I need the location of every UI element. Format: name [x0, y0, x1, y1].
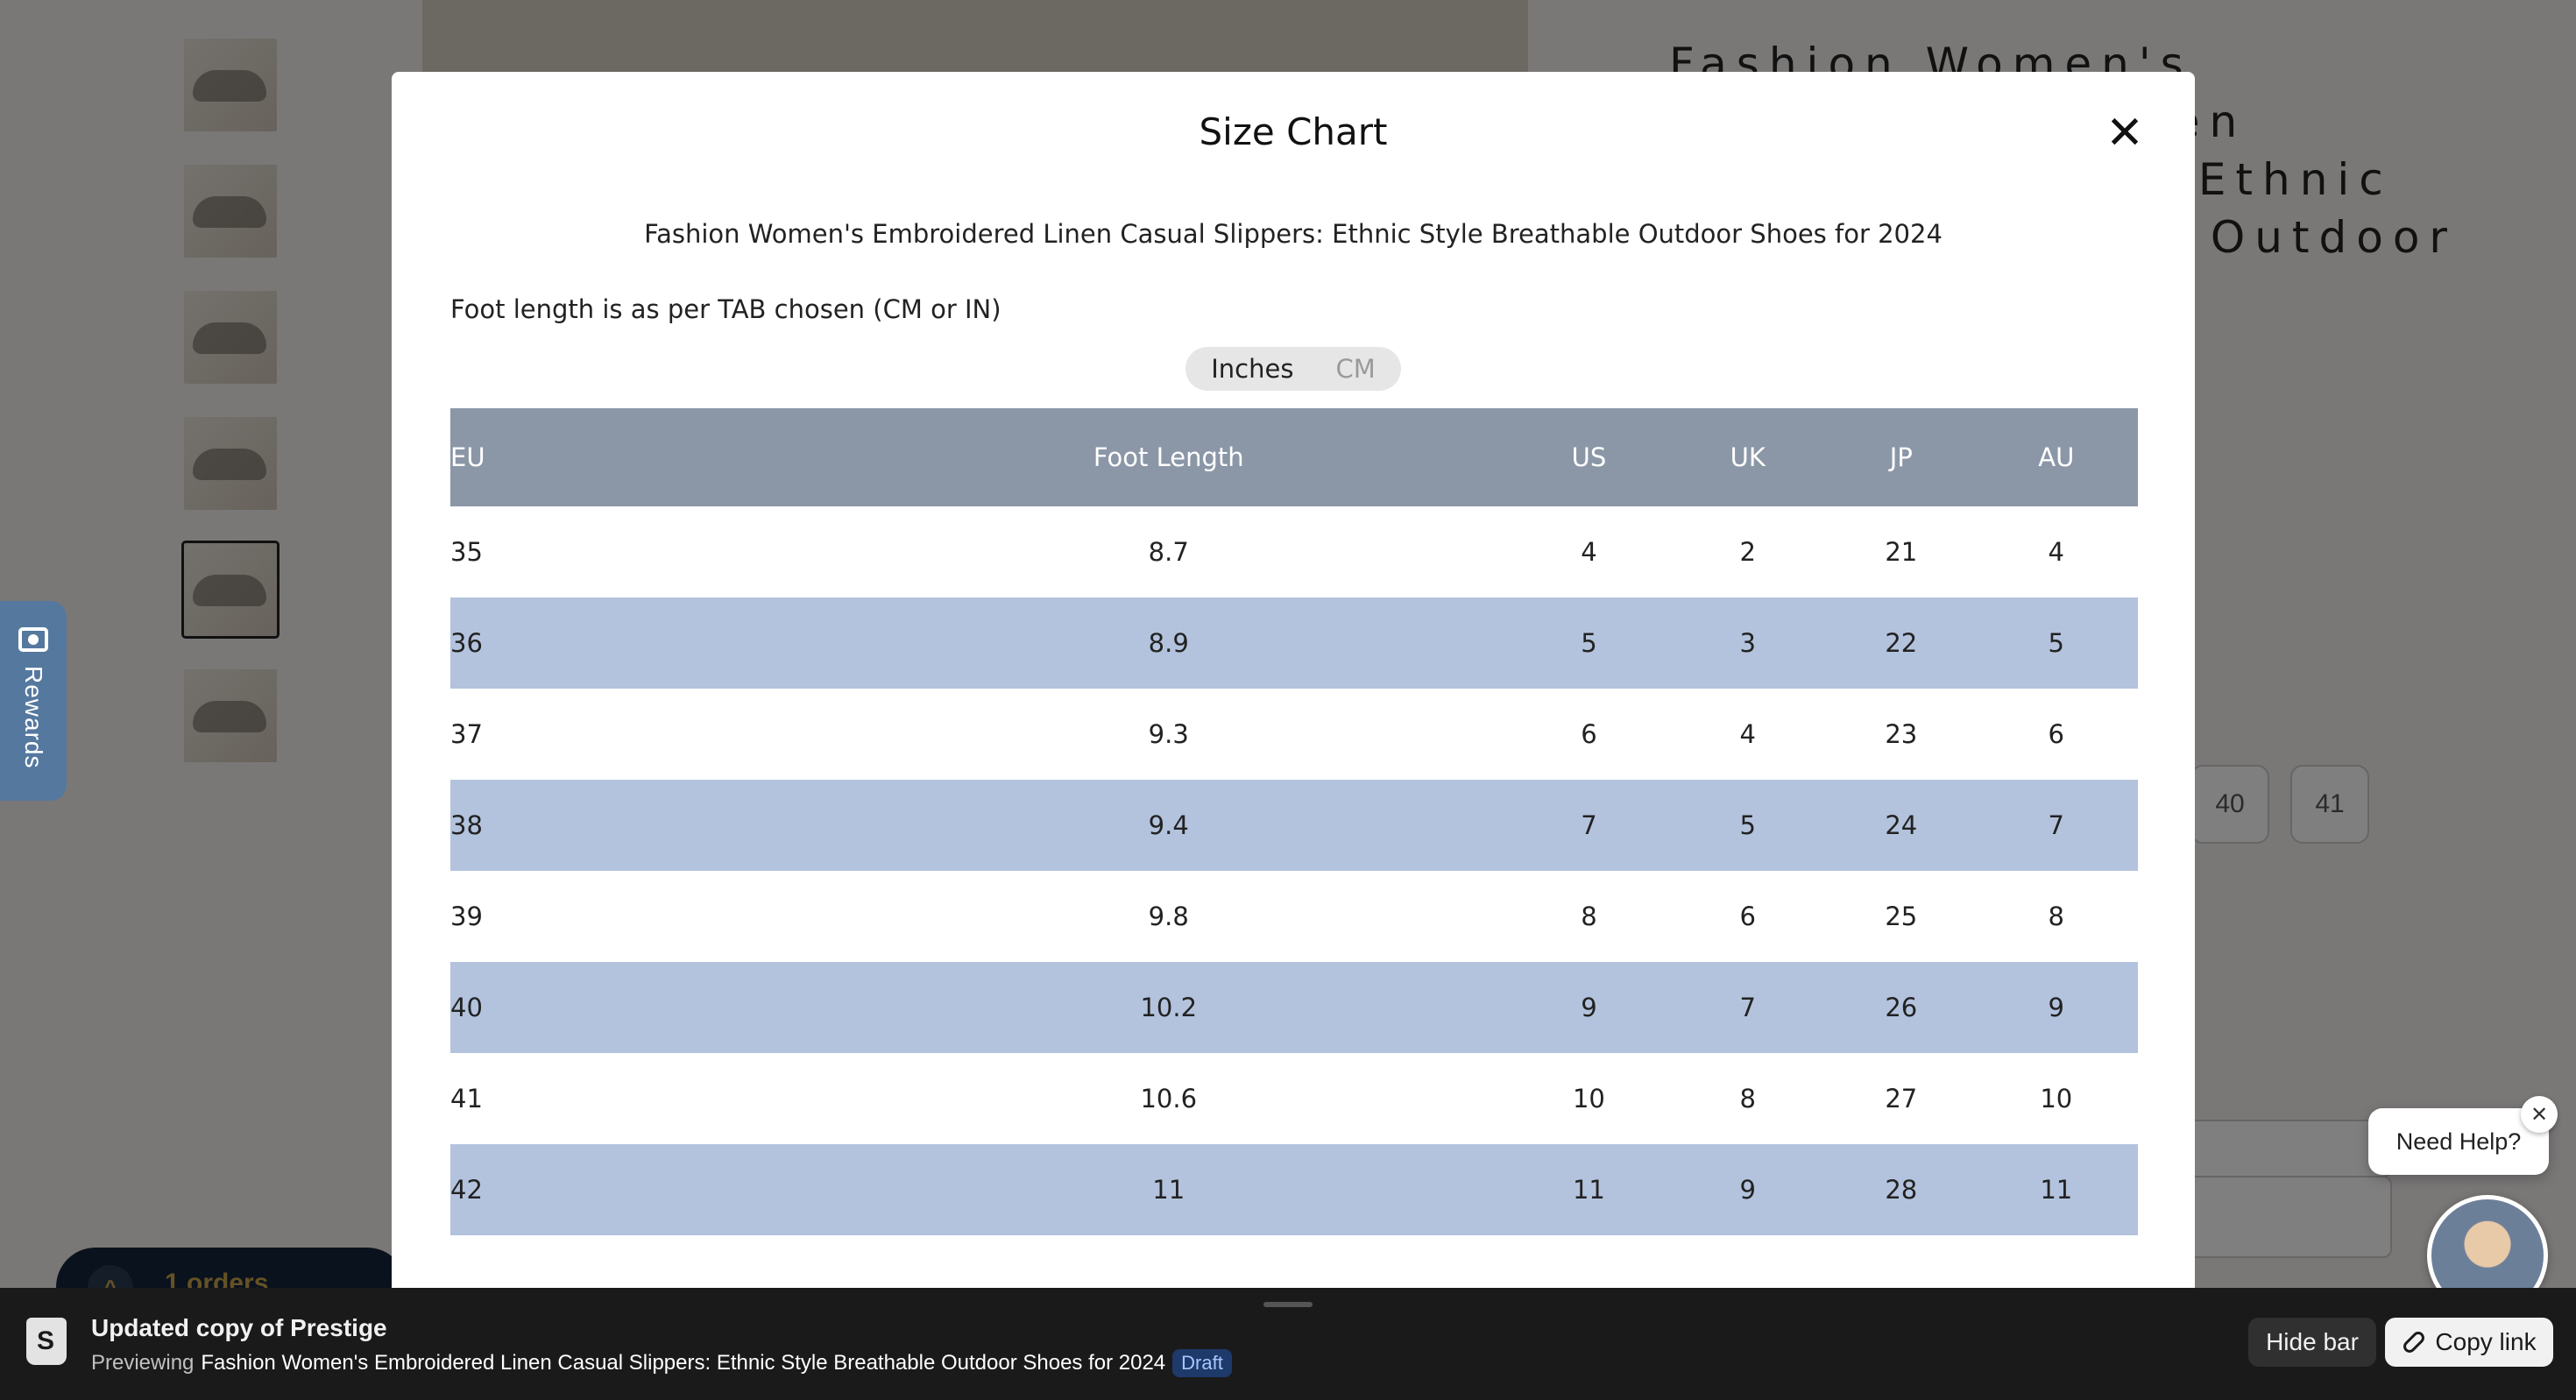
- preview-bar: Updated copy of Prestige Previewing Fash…: [0, 1288, 2576, 1400]
- table-cell: 28: [1828, 1144, 1975, 1235]
- preview-theme-title: Updated copy of Prestige: [91, 1314, 387, 1341]
- table-cell: 11: [1974, 1144, 2138, 1235]
- table-row: 41 10.6 10 8 27 10: [450, 1053, 2138, 1144]
- hide-bar-button[interactable]: Hide bar: [2248, 1318, 2376, 1367]
- drag-handle[interactable]: [1263, 1302, 1313, 1307]
- table-row: 35 8.7 4 2 21 4: [450, 506, 2138, 597]
- table-cell: 7: [1974, 780, 2138, 871]
- table-cell: 7: [1510, 780, 1668, 871]
- header-au: AU: [1974, 408, 2138, 506]
- header-us: US: [1510, 408, 1668, 506]
- need-help-bubble[interactable]: Need Help? ✕: [2368, 1096, 2558, 1175]
- table-cell: 11: [1510, 1144, 1668, 1235]
- rewards-tab[interactable]: Rewards: [0, 601, 67, 801]
- header-uk: UK: [1667, 408, 1829, 506]
- modal-title: Size Chart: [1199, 110, 1388, 153]
- copy-link-button[interactable]: Copy link: [2385, 1318, 2553, 1367]
- table-header-row: EU Foot Length US UK JP AU: [450, 408, 2138, 506]
- table-cell: 23: [1828, 689, 1975, 780]
- table-cell: 5: [1667, 780, 1829, 871]
- table-cell: 4: [1974, 506, 2138, 597]
- table-cell: 11: [827, 1144, 1511, 1235]
- draft-badge: Draft: [1172, 1349, 1232, 1377]
- table-cell: 10.6: [827, 1053, 1511, 1144]
- size-note: Foot length is as per TAB chosen (CM or …: [450, 294, 1001, 324]
- table-cell: 37: [450, 689, 827, 780]
- table-cell: 6: [1510, 689, 1668, 780]
- previewing-label: Previewing: [91, 1351, 195, 1375]
- table-cell: 38: [450, 780, 827, 871]
- table-cell: 8.7: [827, 506, 1511, 597]
- table-cell: 4: [1510, 506, 1668, 597]
- close-icon[interactable]: ✕: [2100, 109, 2149, 158]
- table-cell: 9: [1974, 962, 2138, 1053]
- table-cell: 21: [1828, 506, 1975, 597]
- table-cell: 3: [1667, 597, 1829, 689]
- table-cell: 8: [1510, 871, 1668, 962]
- table-cell: 9.8: [827, 871, 1511, 962]
- table-cell: 41: [450, 1053, 827, 1144]
- table-row: 40 10.2 9 7 26 9: [450, 962, 2138, 1053]
- table-row: 38 9.4 7 5 24 7: [450, 780, 2138, 871]
- table-cell: 10: [1510, 1053, 1668, 1144]
- preview-product-name: Fashion Women's Embroidered Linen Casual…: [201, 1351, 1166, 1375]
- header-eu: EU: [450, 408, 827, 506]
- table-cell: 9: [1667, 1144, 1829, 1235]
- table-cell: 40: [450, 962, 827, 1053]
- table-row: 36 8.9 5 3 22 5: [450, 597, 2138, 689]
- table-cell: 9: [1510, 962, 1668, 1053]
- table-cell: 35: [450, 506, 827, 597]
- table-cell: 39: [450, 871, 827, 962]
- size-chart-modal: Size Chart ✕ Fashion Women's Embroidered…: [392, 72, 2195, 1290]
- size-chart-table: EU Foot Length US UK JP AU 35 8.7 4 2 21 4 36 8…: [450, 408, 2138, 1235]
- close-icon[interactable]: ✕: [2521, 1096, 2558, 1133]
- unit-tab-inches[interactable]: Inches: [1211, 354, 1293, 384]
- table-cell: 9.3: [827, 689, 1511, 780]
- link-icon: [2401, 1329, 2428, 1355]
- shopify-logo-icon: [26, 1318, 67, 1365]
- table-cell: 10.2: [827, 962, 1511, 1053]
- table-cell: 8.9: [827, 597, 1511, 689]
- unit-toggle[interactable]: Inches CM: [1185, 347, 1401, 391]
- table-cell: 27: [1828, 1053, 1975, 1144]
- table-cell: 10: [1974, 1053, 2138, 1144]
- table-cell: 5: [1974, 597, 2138, 689]
- table-cell: 7: [1667, 962, 1829, 1053]
- table-cell: 8: [1974, 871, 2138, 962]
- header-foot-length: Foot Length: [827, 408, 1511, 506]
- table-cell: 8: [1667, 1053, 1829, 1144]
- table-cell: 26: [1828, 962, 1975, 1053]
- header-jp: JP: [1828, 408, 1975, 506]
- copy-link-label: Copy link: [2435, 1328, 2537, 1355]
- table-cell: 6: [1667, 871, 1829, 962]
- table-cell: 4: [1667, 689, 1829, 780]
- table-row: 39 9.8 8 6 25 8: [450, 871, 2138, 962]
- table-cell: 25: [1828, 871, 1975, 962]
- table-cell: 2: [1667, 506, 1829, 597]
- preview-subtitle: Previewing Fashion Women's Embroidered L…: [91, 1349, 1232, 1377]
- money-icon: [18, 627, 48, 652]
- table-row: 37 9.3 6 4 23 6: [450, 689, 2138, 780]
- table-cell: 42: [450, 1144, 827, 1235]
- need-help-label: Need Help?: [2396, 1128, 2522, 1155]
- table-cell: 6: [1974, 689, 2138, 780]
- table-cell: 36: [450, 597, 827, 689]
- table-row: 42 11 11 9 28 11: [450, 1144, 2138, 1235]
- table-cell: 22: [1828, 597, 1975, 689]
- rewards-label: Rewards: [20, 666, 47, 769]
- table-cell: 9.4: [827, 780, 1511, 871]
- table-cell: 5: [1510, 597, 1668, 689]
- modal-product-name: Fashion Women's Embroidered Linen Casual…: [644, 219, 1943, 249]
- unit-tab-cm[interactable]: CM: [1335, 354, 1375, 384]
- table-cell: 24: [1828, 780, 1975, 871]
